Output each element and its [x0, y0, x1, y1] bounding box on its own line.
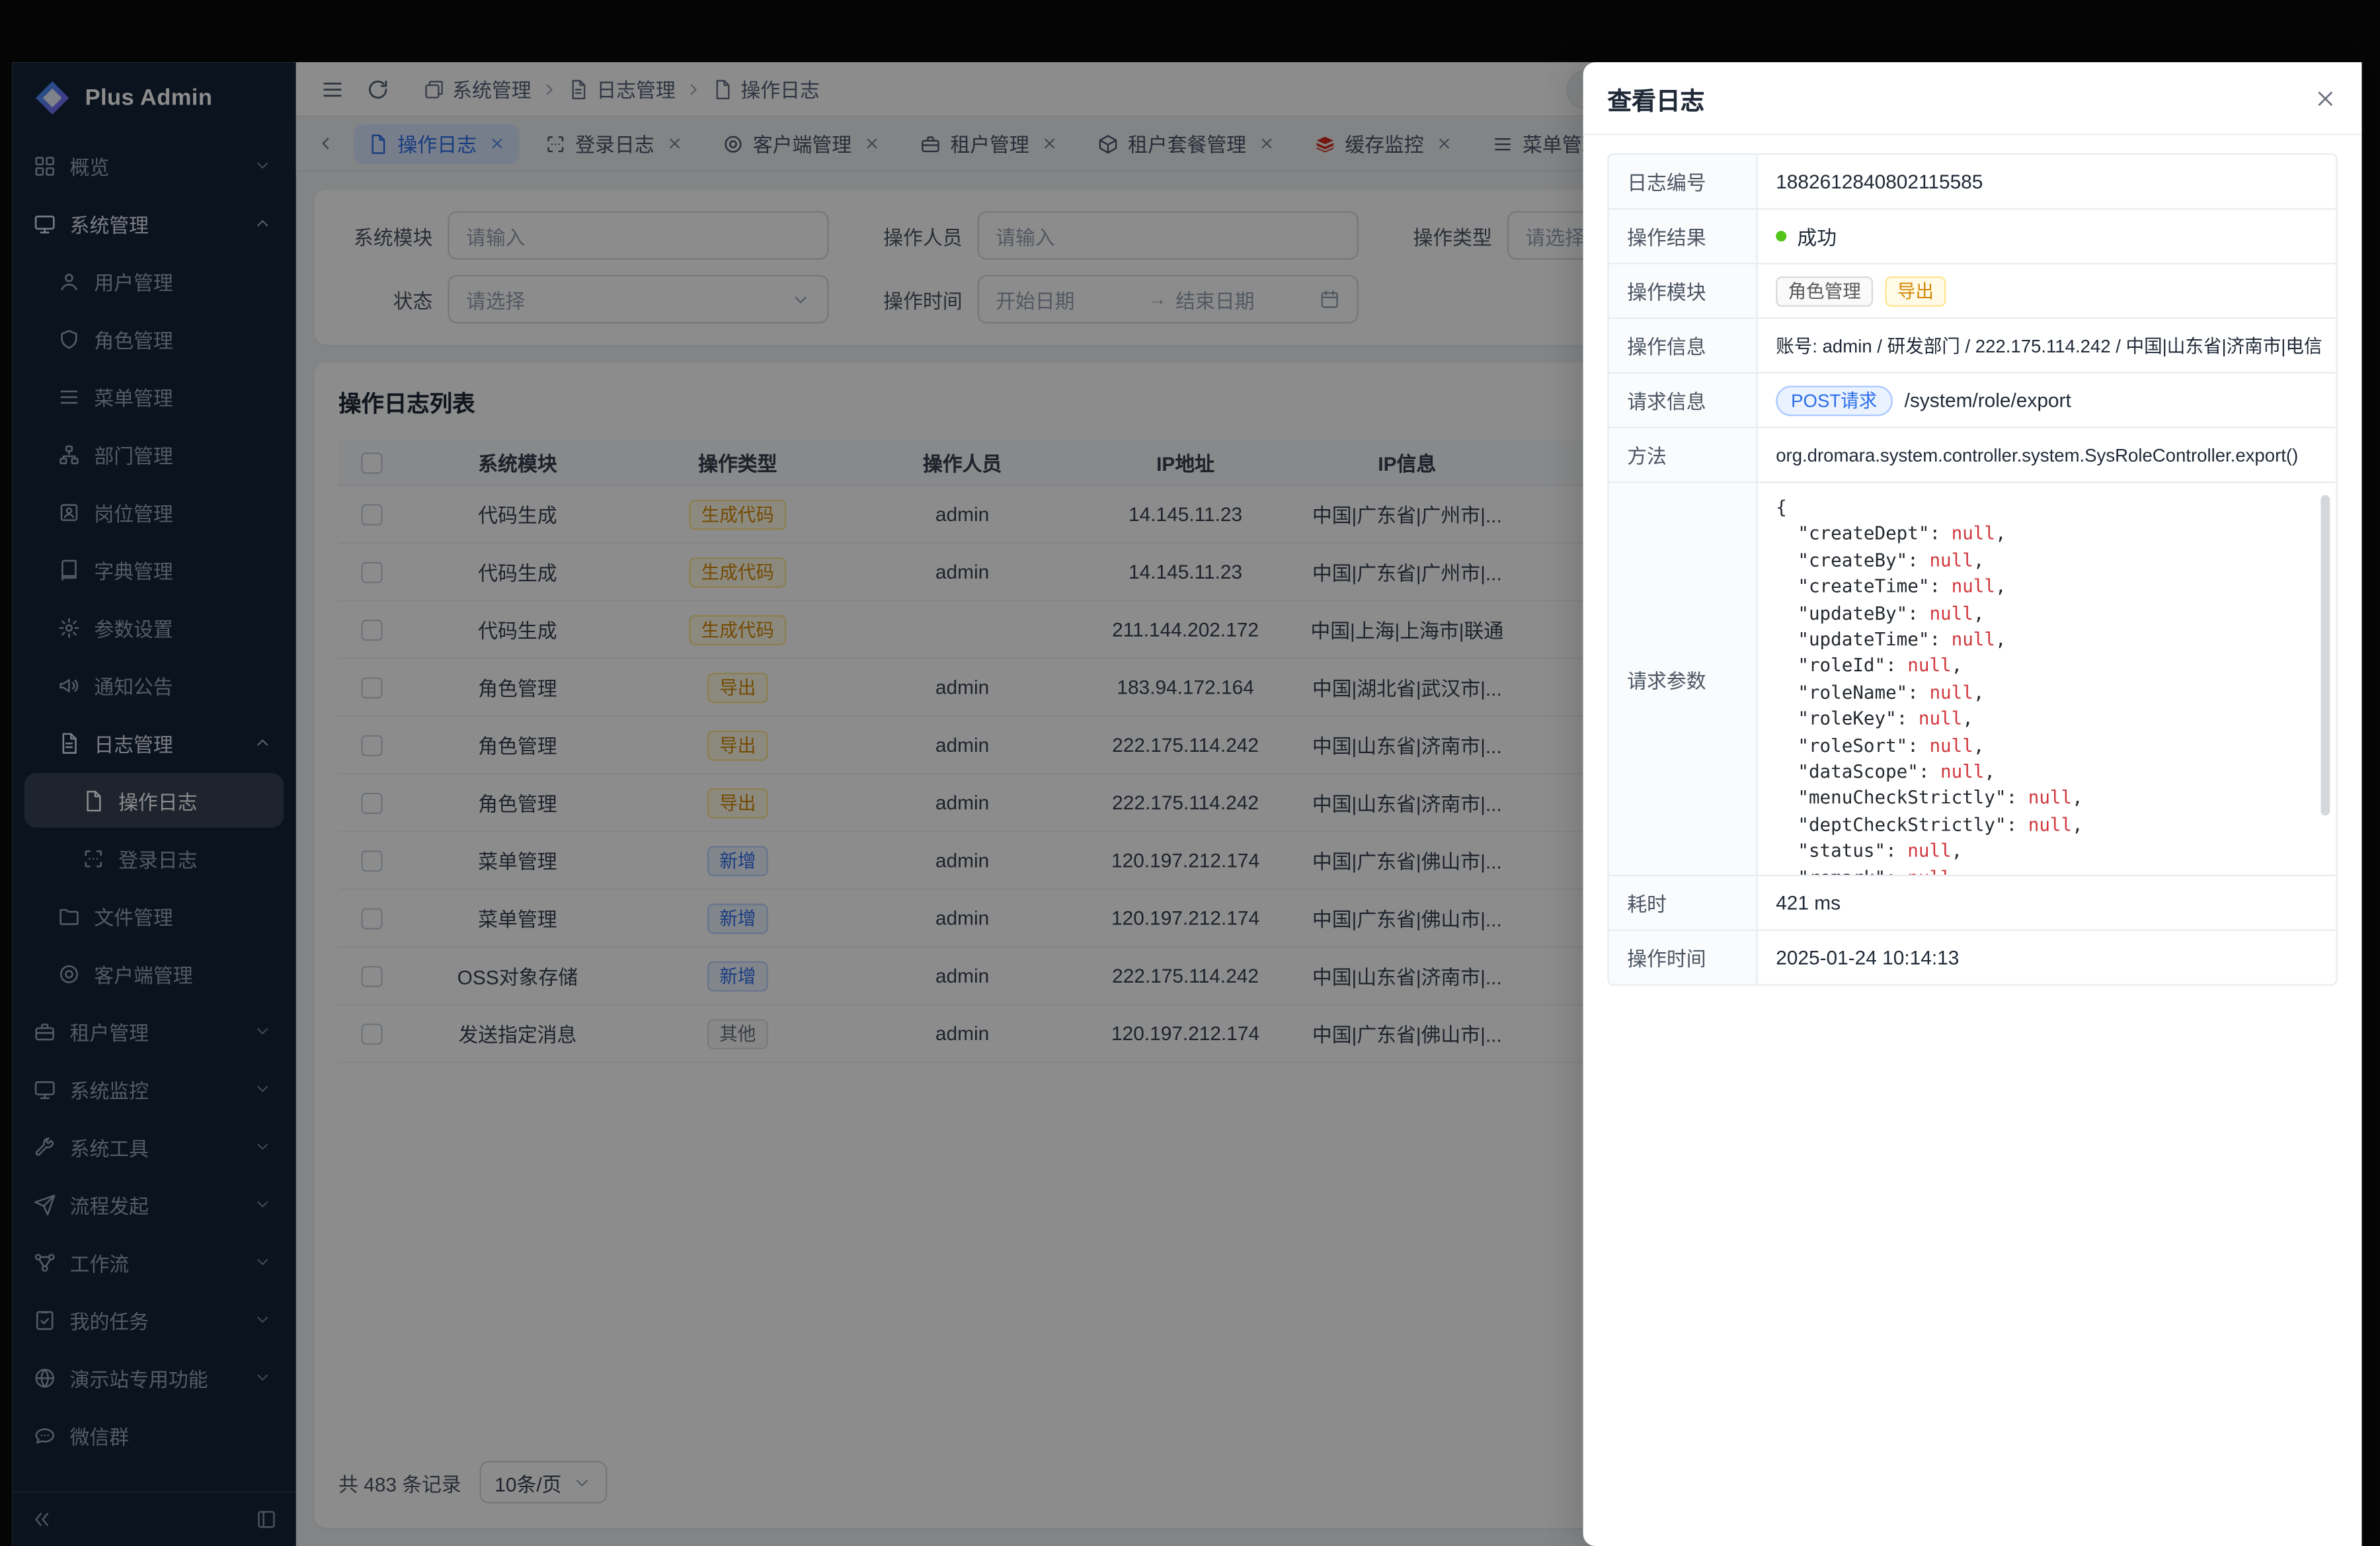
scrollbar-thumb[interactable] [2320, 495, 2330, 815]
module-tags: 角色管理 导出 [1758, 264, 2336, 317]
desc-label: 操作结果 [1609, 210, 1758, 263]
request-url: /system/role/export [1905, 389, 2071, 411]
duration-value: 421 ms [1758, 876, 2336, 929]
desc-label: 请求参数 [1609, 483, 1758, 875]
code-scrollbar[interactable] [2320, 495, 2330, 863]
view-log-drawer: 查看日志 日志编号 1882612840802115585 操作结果 成功 操作… [1583, 62, 2362, 1546]
desc-label: 耗时 [1609, 876, 1758, 929]
result-status: 成功 [1758, 210, 2336, 263]
request-info: POST请求 /system/role/export [1758, 374, 2336, 427]
desc-row: 操作时间 2025-01-24 10:14:13 [1609, 931, 2336, 984]
desc-label: 操作信息 [1609, 319, 1758, 372]
log-descriptions: 日志编号 1882612840802115585 操作结果 成功 操作模块 角色… [1607, 153, 2337, 986]
desc-label: 操作模块 [1609, 264, 1758, 317]
desc-row: 操作结果 成功 [1609, 210, 2336, 264]
desc-row: 操作信息 账号: admin / 研发部门 / 222.175.114.242 … [1609, 319, 2336, 374]
operation-info-value: 账号: admin / 研发部门 / 222.175.114.242 / 中国|… [1758, 319, 2336, 372]
desc-row: 请求信息 POST请求 /system/role/export [1609, 374, 2336, 428]
desc-label: 方法 [1609, 428, 1758, 481]
log-id-value: 1882612840802115585 [1758, 155, 2336, 208]
drawer-title: 查看日志 [1607, 80, 1704, 116]
params-json: { "createDept": null, "createBy": null, … [1776, 495, 2083, 875]
drawer-close-button[interactable] [2313, 86, 2338, 110]
module-tag: 角色管理 [1776, 276, 1873, 306]
success-dot-icon [1776, 231, 1786, 241]
desc-label: 日志编号 [1609, 155, 1758, 208]
desc-row: 操作模块 角色管理 导出 [1609, 264, 2336, 319]
desc-row: 方法 org.dromara.system.controller.system.… [1609, 428, 2336, 483]
desc-label: 操作时间 [1609, 931, 1758, 984]
post-method-tag: POST请求 [1776, 385, 1892, 415]
params-json-cell[interactable]: { "createDept": null, "createBy": null, … [1758, 483, 2336, 875]
desc-row: 请求参数 { "createDept": null, "createBy": n… [1609, 483, 2336, 876]
desc-row: 日志编号 1882612840802115585 [1609, 155, 2336, 210]
export-tag: 导出 [1885, 276, 1946, 306]
operation-time-value: 2025-01-24 10:14:13 [1758, 931, 2336, 984]
result-text: 成功 [1797, 222, 1837, 251]
screen: Plus Admin 概览系统管理用户管理角色管理菜单管理部门管理岗位管理字典管… [0, 0, 2380, 1546]
desc-row: 耗时 421 ms [1609, 876, 2336, 931]
method-value: org.dromara.system.controller.system.Sys… [1758, 428, 2336, 481]
desc-label: 请求信息 [1609, 374, 1758, 427]
drawer-header: 查看日志 [1583, 62, 2362, 135]
